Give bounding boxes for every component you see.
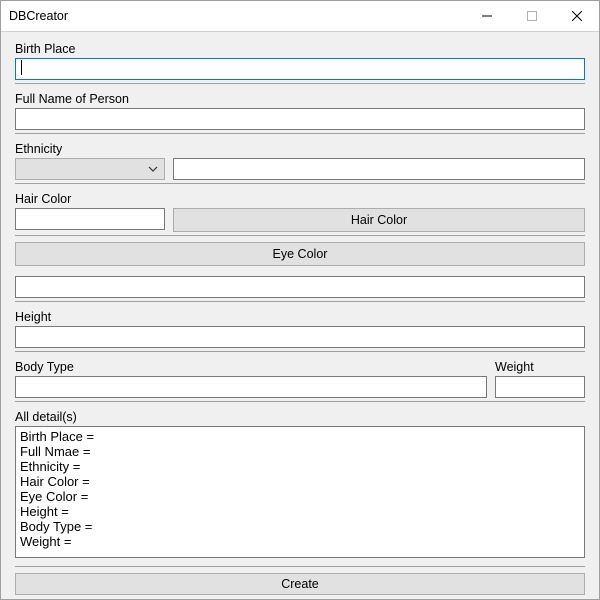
- weight-label: Weight: [495, 358, 585, 374]
- eye-color-button-label: Eye Color: [273, 247, 328, 261]
- ethnicity-input[interactable]: [173, 158, 585, 180]
- full-name-input[interactable]: [15, 108, 585, 130]
- weight-input[interactable]: [495, 376, 585, 398]
- birth-place-label: Birth Place: [15, 40, 585, 56]
- all-details-label: All detail(s): [15, 408, 585, 424]
- ethnicity-label: Ethnicity: [15, 140, 585, 156]
- full-name-label: Full Name of Person: [15, 90, 585, 106]
- eye-color-result-input[interactable]: [15, 276, 585, 298]
- titlebar: DBCreator: [1, 1, 599, 32]
- create-button[interactable]: Create: [15, 573, 585, 595]
- separator: [15, 301, 585, 302]
- minimize-icon: [482, 11, 492, 21]
- ethnicity-select[interactable]: [15, 158, 165, 180]
- maximize-icon: [527, 11, 537, 21]
- chevron-down-icon: [148, 164, 158, 174]
- separator: [15, 83, 585, 84]
- close-icon: [572, 11, 582, 21]
- eye-color-button[interactable]: Eye Color: [15, 242, 585, 266]
- birth-place-input[interactable]: [15, 58, 585, 80]
- separator: [15, 183, 585, 184]
- app-window: DBCreator Birth Place Full Name of Perso…: [0, 0, 600, 600]
- minimize-button[interactable]: [464, 1, 509, 31]
- separator: [15, 401, 585, 402]
- text-caret: [21, 60, 22, 75]
- client-area: Birth Place Full Name of Person Ethnicit…: [1, 32, 599, 599]
- hair-color-input[interactable]: [15, 208, 165, 230]
- separator: [15, 566, 585, 567]
- hair-color-label: Hair Color: [15, 190, 585, 206]
- window-title: DBCreator: [1, 9, 68, 23]
- height-input[interactable]: [15, 326, 585, 348]
- height-label: Height: [15, 308, 585, 324]
- separator: [15, 133, 585, 134]
- separator: [15, 351, 585, 352]
- body-type-input[interactable]: [15, 376, 487, 398]
- maximize-button: [509, 1, 554, 31]
- hair-color-button[interactable]: Hair Color: [173, 208, 585, 232]
- close-button[interactable]: [554, 1, 599, 31]
- hair-color-button-label: Hair Color: [351, 213, 407, 227]
- separator: [15, 235, 585, 236]
- all-details-textarea[interactable]: Birth Place = Full Nmae = Ethnicity = Ha…: [15, 426, 585, 558]
- body-type-label: Body Type: [15, 358, 487, 374]
- create-button-label: Create: [281, 577, 319, 591]
